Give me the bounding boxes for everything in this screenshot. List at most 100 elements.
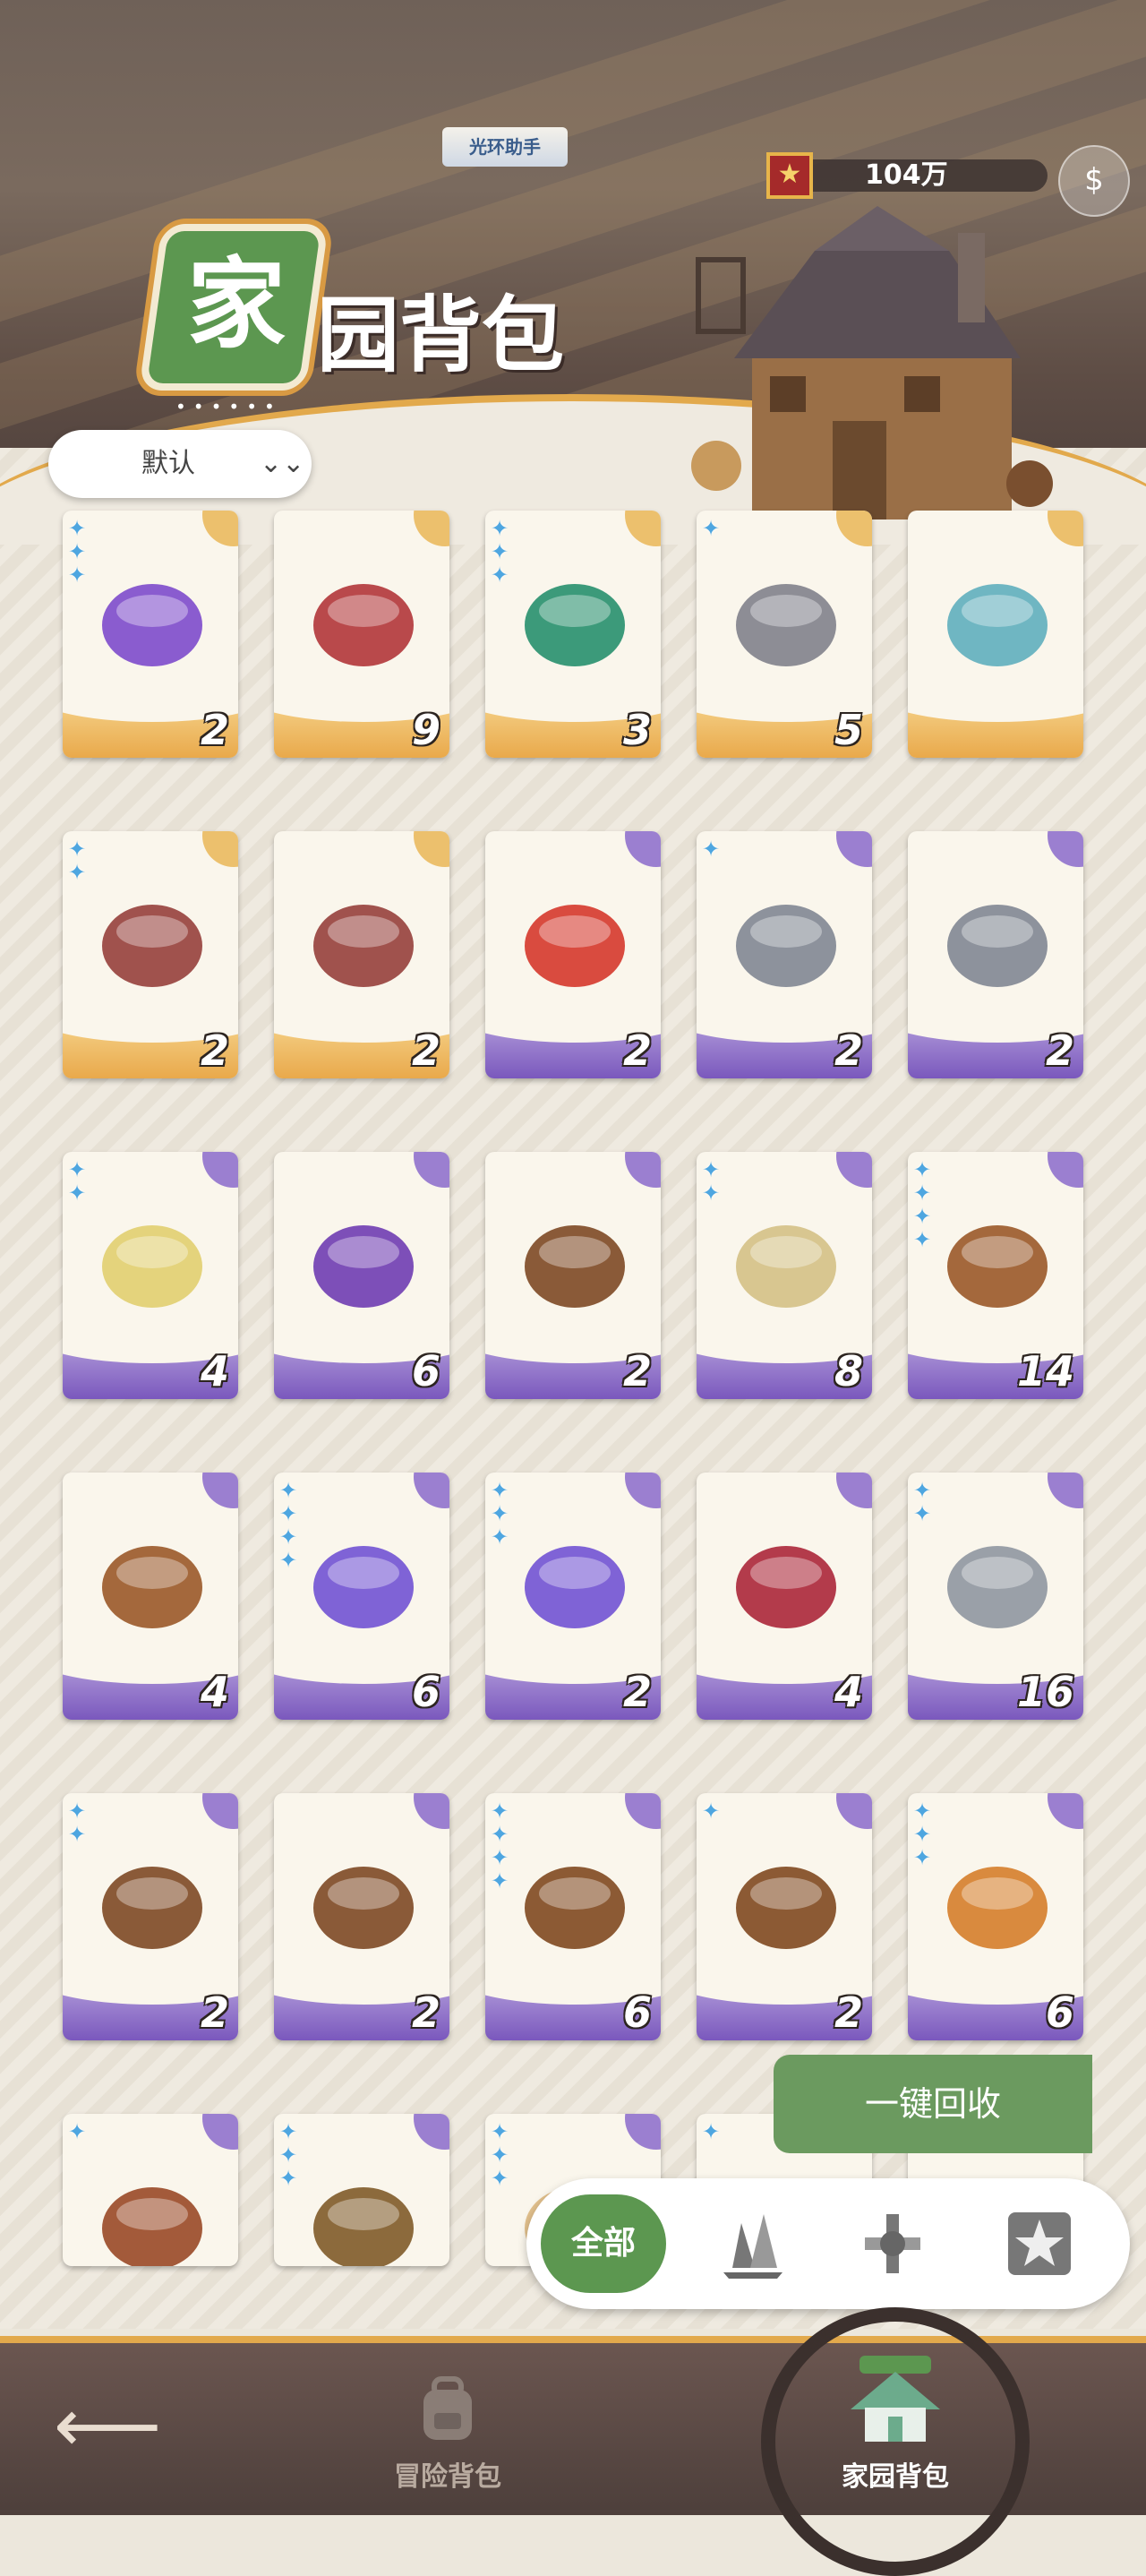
rarity-stars: ✦ bbox=[702, 1800, 720, 1822]
item-card[interactable]: 9 bbox=[274, 511, 449, 758]
item-card[interactable]: ✦ ✦ 8 bbox=[697, 1152, 872, 1399]
item-card[interactable]: ✦ ✦ ✦ 3 bbox=[485, 511, 661, 758]
star-icon: ✦ bbox=[913, 1501, 932, 1526]
item-card[interactable]: ✦ ✦ ✦ bbox=[274, 2114, 449, 2266]
sort-dropdown[interactable]: 默认 ⌄⌄ bbox=[48, 430, 312, 498]
rarity-stars: ✦ ✦ ✦ ✦ bbox=[913, 1159, 931, 1250]
star-icon: ✦ bbox=[491, 1868, 509, 1893]
star-icon: ✦ bbox=[491, 1501, 509, 1526]
card-corner bbox=[202, 1793, 238, 1829]
star-icon: ✦ bbox=[279, 1501, 298, 1526]
filter-bar: 全部 bbox=[526, 2178, 1130, 2309]
item-card[interactable]: ✦ ✦ ✦ 2 bbox=[485, 1473, 661, 1720]
rarity-stars: ✦ ✦ ✦ bbox=[68, 518, 86, 586]
item-card[interactable]: ✦ 2 bbox=[697, 1793, 872, 2040]
item-card[interactable]: ✦ ✦ ✦ ✦ 6 bbox=[485, 1793, 661, 2040]
item-card[interactable]: 2 bbox=[485, 1152, 661, 1399]
star-icon: ✦ bbox=[702, 2119, 721, 2144]
item-card[interactable]: ✦ 5 bbox=[697, 511, 872, 758]
item-quantity: 4 bbox=[200, 1668, 229, 1716]
item-quantity: 2 bbox=[1045, 1026, 1074, 1075]
star-icon: ✦ bbox=[68, 1799, 87, 1824]
page-title: 园背包 bbox=[317, 287, 565, 383]
currency-display: ★ 104万 bbox=[766, 152, 1048, 199]
item-quantity: 2 bbox=[200, 1026, 229, 1075]
item-card[interactable]: ✦ ✦ 4 bbox=[63, 1152, 238, 1399]
horn-icon bbox=[102, 2187, 202, 2266]
item-card[interactable]: ✦ 2 bbox=[697, 831, 872, 1078]
star-icon: ✦ bbox=[491, 1478, 509, 1503]
star-icon: ✦ bbox=[913, 1799, 932, 1824]
item-card[interactable]: ✦ ✦ ✦ 2 bbox=[63, 511, 238, 758]
star-icon: ✦ bbox=[702, 516, 721, 541]
item-card[interactable]: 2 bbox=[485, 831, 661, 1078]
star-icon: ✦ bbox=[913, 1204, 932, 1229]
item-card[interactable]: ✦ bbox=[63, 2114, 238, 2266]
item-quantity: 2 bbox=[834, 1988, 863, 2037]
star-icon: ✦ bbox=[68, 539, 87, 564]
item-quantity: 9 bbox=[411, 706, 440, 754]
item-card[interactable] bbox=[908, 511, 1083, 758]
item-card[interactable]: 2 bbox=[274, 831, 449, 1078]
item-quantity: 2 bbox=[411, 1988, 440, 2037]
star-icon: ✦ bbox=[702, 1181, 721, 1206]
star-icon: ✦ bbox=[68, 516, 87, 541]
rarity-stars: ✦ ✦ ✦ bbox=[279, 2121, 297, 2189]
item-card[interactable]: ✦ ✦ ✦ ✦ 14 bbox=[908, 1152, 1083, 1399]
rarity-stars: ✦ bbox=[702, 518, 720, 539]
iron-armor-icon bbox=[736, 905, 836, 987]
belt-icon bbox=[313, 2187, 414, 2266]
purple-vase-icon bbox=[313, 1546, 414, 1628]
star-icon: ✦ bbox=[491, 562, 509, 588]
filter-all-button[interactable]: 全部 bbox=[541, 2194, 666, 2293]
item-quantity: 2 bbox=[411, 1026, 440, 1075]
item-card[interactable]: ✦ ✦ ✦ 6 bbox=[908, 1793, 1083, 2040]
tool-parts-icon[interactable] bbox=[854, 2205, 931, 2282]
item-quantity: 6 bbox=[411, 1347, 440, 1395]
item-card[interactable]: 6 bbox=[274, 1152, 449, 1399]
nav-home-label: 家园背包 bbox=[842, 2461, 949, 2493]
star-icon: ✦ bbox=[491, 1822, 509, 1847]
nav-adventure-bag[interactable]: 冒险背包 bbox=[358, 2370, 537, 2494]
one-click-recycle-button[interactable]: 一键回收 bbox=[774, 2055, 1092, 2153]
item-quantity: 8 bbox=[834, 1347, 863, 1395]
crystal-cluster-icon[interactable] bbox=[714, 2205, 791, 2282]
star-icon: ✦ bbox=[68, 1157, 87, 1182]
item-card[interactable]: 2 bbox=[908, 831, 1083, 1078]
back-arrow-icon[interactable]: ⟵ bbox=[54, 2388, 161, 2463]
star-icon: ✦ bbox=[913, 1822, 932, 1847]
card-corner bbox=[1048, 1152, 1083, 1188]
item-quantity: 6 bbox=[1045, 1988, 1074, 2037]
star-icon: ✦ bbox=[913, 1845, 932, 1870]
dumpling-bowl-icon bbox=[736, 1225, 836, 1308]
card-corner bbox=[625, 1793, 661, 1829]
item-card[interactable]: 2 bbox=[274, 1793, 449, 2040]
rarity-stars: ✦ ✦ ✦ bbox=[491, 2121, 509, 2189]
star-badge-icon[interactable] bbox=[1001, 2205, 1078, 2282]
backpack-icon bbox=[423, 2376, 472, 2440]
item-quantity: 6 bbox=[622, 1988, 652, 2037]
card-corner bbox=[836, 1793, 872, 1829]
card-corner bbox=[625, 831, 661, 867]
card-corner bbox=[414, 1152, 449, 1188]
star-icon: ✦ bbox=[279, 1548, 298, 1573]
item-quantity: 2 bbox=[622, 1668, 652, 1716]
item-card[interactable]: ✦ ✦ ✦ ✦ 6 bbox=[274, 1473, 449, 1720]
potion-bottle-icon bbox=[102, 584, 202, 666]
item-card[interactable]: ✦ ✦ 2 bbox=[63, 1793, 238, 2040]
star-icon: ✦ bbox=[702, 837, 721, 862]
item-quantity: 16 bbox=[1016, 1668, 1074, 1716]
nav-home-bag[interactable]: 家园背包 bbox=[806, 2352, 985, 2494]
item-card[interactable]: ✦ ✦ 2 bbox=[63, 831, 238, 1078]
card-corner bbox=[202, 1473, 238, 1508]
item-card[interactable]: 4 bbox=[697, 1473, 872, 1720]
mushroom-icon bbox=[102, 905, 202, 987]
item-card[interactable]: 4 bbox=[63, 1473, 238, 1720]
sort-label: 默认 bbox=[141, 448, 195, 479]
star-icon: ✦ bbox=[279, 1478, 298, 1503]
teal-jar-icon bbox=[947, 584, 1048, 666]
item-card[interactable]: ✦ ✦ 16 bbox=[908, 1473, 1083, 1720]
chest-icon bbox=[525, 1867, 625, 1949]
bread-icon bbox=[947, 1867, 1048, 1949]
rarity-stars: ✦ bbox=[702, 2121, 720, 2142]
